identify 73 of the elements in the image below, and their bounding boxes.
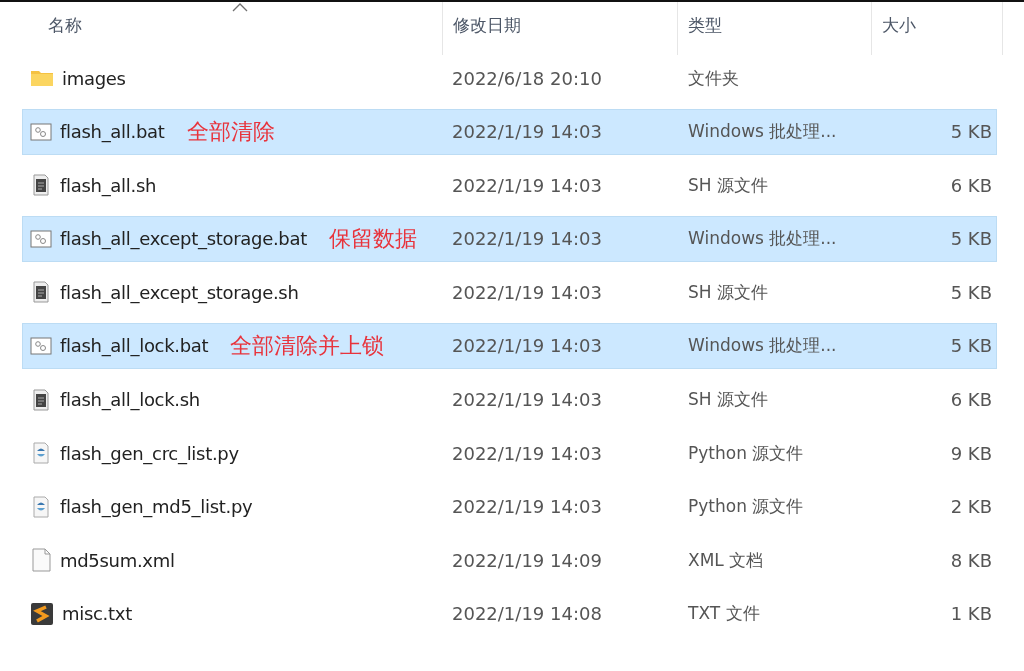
folder-icon bbox=[30, 68, 54, 88]
script-file-icon bbox=[30, 388, 52, 411]
file-type: Python 源文件 bbox=[687, 495, 805, 519]
file-name: flash_all_lock.bat bbox=[60, 335, 209, 357]
file-name: md5sum.xml bbox=[60, 549, 175, 571]
file-row[interactable]: flash_all_lock.sh 2022/1/19 14:03 SH 源文件 6 KB bbox=[22, 376, 997, 423]
file-name: misc.txt bbox=[62, 603, 132, 625]
modified-date: 2022/1/19 14:03 bbox=[451, 228, 603, 250]
file-row[interactable]: misc.txt 2022/1/19 14:08 TXT 文件 1 KB bbox=[22, 590, 997, 637]
file-name: images bbox=[62, 67, 126, 89]
file-type: XML 文档 bbox=[687, 548, 765, 572]
file-name: flash_all_lock.sh bbox=[60, 389, 200, 411]
annotation-text: 全部清除并上锁 bbox=[230, 331, 385, 360]
python-file-icon bbox=[30, 442, 52, 465]
file-size: 5 KB bbox=[950, 121, 992, 143]
file-type: SH 源文件 bbox=[687, 173, 769, 197]
file-name: flash_all.sh bbox=[60, 174, 157, 196]
file-row[interactable]: flash_all_except_storage.sh 2022/1/19 14:03 SH 源文件 5 KB bbox=[22, 269, 997, 316]
file-size: 8 KB bbox=[950, 549, 992, 571]
file-size: 2 KB bbox=[950, 496, 992, 518]
file-row[interactable]: flash_all_except_storage.bat 保留数据 2022/1/19 14:03 Windows 批处理... 5 KB bbox=[22, 215, 997, 262]
file-size: 9 KB bbox=[950, 442, 992, 464]
modified-date: 2022/1/19 14:03 bbox=[451, 174, 603, 196]
file-size: 6 KB bbox=[950, 174, 992, 196]
file-name: flash_gen_md5_list.py bbox=[60, 496, 253, 518]
modified-date: 2022/1/19 14:03 bbox=[451, 281, 603, 303]
column-header[interactable]: 修改日期 bbox=[443, 2, 678, 55]
file-row[interactable]: flash_gen_md5_list.py 2022/1/19 14:03 Python 源文件 2 KB bbox=[22, 483, 997, 530]
file-name: flash_all_except_storage.sh bbox=[60, 281, 299, 303]
file-row[interactable]: flash_all.bat 全部清除 2022/1/19 14:03 Windows 批处理... 5 KB bbox=[22, 108, 997, 155]
file-row[interactable]: flash_all_lock.bat 全部清除并上锁 2022/1/19 14:03 Windows 批处理... 5 KB bbox=[22, 322, 997, 369]
file-row[interactable]: images 2022/6/18 20:10 文件夹 bbox=[22, 55, 997, 101]
file-type: TXT 文件 bbox=[687, 602, 761, 626]
column-header[interactable]: 大小 bbox=[872, 2, 1003, 55]
file-type: Python 源文件 bbox=[687, 441, 805, 465]
python-file-icon bbox=[30, 495, 52, 518]
modified-date: 2022/1/19 14:03 bbox=[451, 442, 603, 464]
script-file-icon bbox=[30, 281, 52, 304]
modified-date: 2022/1/19 14:08 bbox=[451, 603, 603, 625]
blank-file-icon bbox=[30, 548, 52, 573]
file-type: Windows 批处理... bbox=[687, 120, 838, 144]
modified-date: 2022/1/19 14:09 bbox=[451, 549, 603, 571]
file-row[interactable]: flash_gen_crc_list.py 2022/1/19 14:03 Python 源文件 9 KB bbox=[22, 430, 997, 477]
text-editor-icon bbox=[30, 601, 54, 626]
column-header[interactable]: 类型 bbox=[678, 2, 872, 55]
modified-date: 2022/1/19 14:03 bbox=[451, 121, 603, 143]
file-type: SH 源文件 bbox=[687, 388, 769, 412]
file-name: flash_all.bat bbox=[60, 121, 165, 143]
gears-file-icon bbox=[30, 228, 52, 249]
modified-date: 2022/1/19 14:03 bbox=[451, 335, 603, 357]
file-row[interactable]: md5sum.xml 2022/1/19 14:09 XML 文档 8 KB bbox=[22, 537, 997, 584]
gears-file-icon bbox=[30, 335, 52, 356]
modified-date: 2022/6/18 20:10 bbox=[451, 67, 603, 89]
column-header[interactable]: 名称 bbox=[0, 2, 443, 55]
file-type: SH 源文件 bbox=[687, 280, 769, 304]
file-type: Windows 批处理... bbox=[687, 227, 838, 251]
file-type: Windows 批处理... bbox=[687, 334, 838, 358]
file-name: flash_all_except_storage.bat bbox=[60, 228, 307, 250]
file-size: 5 KB bbox=[950, 335, 992, 357]
sort-caret-icon bbox=[232, 3, 248, 12]
annotation-text: 保留数据 bbox=[328, 224, 417, 253]
annotation-text: 全部清除 bbox=[186, 117, 275, 146]
file-size: 5 KB bbox=[950, 281, 992, 303]
modified-date: 2022/1/19 14:03 bbox=[451, 389, 603, 411]
file-row[interactable]: flash_all.sh 2022/1/19 14:03 SH 源文件 6 KB bbox=[22, 162, 997, 209]
gears-file-icon bbox=[30, 121, 52, 142]
script-file-icon bbox=[30, 174, 52, 197]
file-size: 1 KB bbox=[950, 603, 992, 625]
file-type: 文件夹 bbox=[687, 66, 740, 90]
file-name: flash_gen_crc_list.py bbox=[60, 442, 239, 464]
file-size: 6 KB bbox=[950, 389, 992, 411]
modified-date: 2022/1/19 14:03 bbox=[451, 496, 603, 518]
file-size: 5 KB bbox=[950, 228, 992, 250]
